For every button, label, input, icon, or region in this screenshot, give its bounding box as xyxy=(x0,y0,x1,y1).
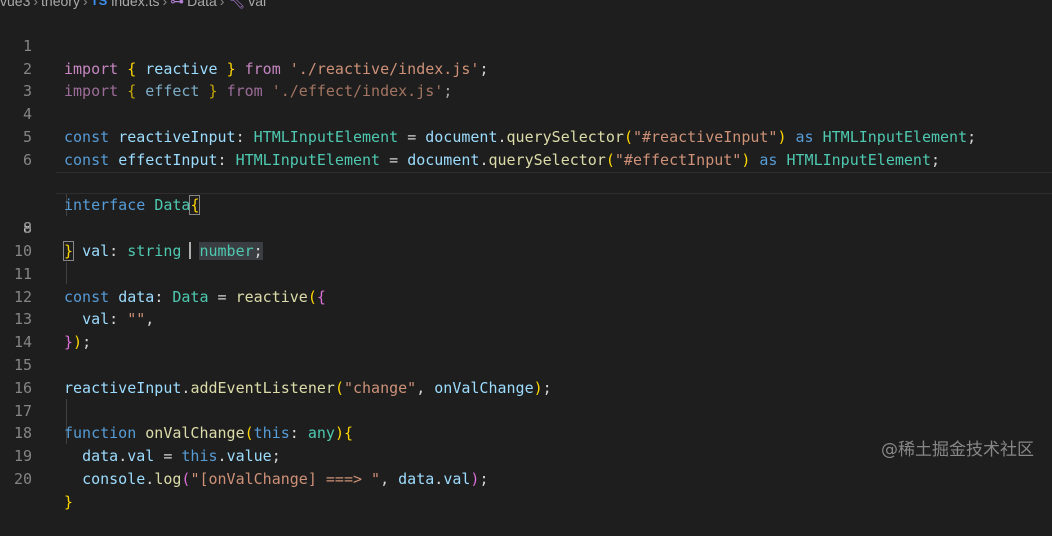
code-line[interactable]: 17 function onValChange(this: any){ xyxy=(0,377,1052,443)
watermark: @稀土掘金技术社区 xyxy=(881,440,1034,460)
chevron-right-icon: › xyxy=(219,0,225,9)
code-line[interactable]: 2 import { effect } from './effect/index… xyxy=(0,35,1052,101)
chevron-right-icon: › xyxy=(162,0,168,9)
breadcrumb-item-property[interactable]: val xyxy=(248,0,266,9)
chevron-right-icon: › xyxy=(33,0,39,9)
line-number: 20 xyxy=(13,469,32,488)
code-line[interactable]: 4 const reactiveInput: HTMLInputElement … xyxy=(0,80,1052,146)
code-line[interactable]: 13 }); xyxy=(0,286,1052,351)
code-line[interactable]: 18 data.val = this.value; xyxy=(0,400,1052,465)
breadcrumb-item-vue3[interactable]: vue3 xyxy=(0,0,30,9)
breadcrumb: vue3 › theory › TS index.ts › ⊶ Data › 🔧︎ val xyxy=(0,0,1052,9)
breadcrumb-item-interface[interactable]: Data xyxy=(187,0,217,9)
breadcrumb-item-file[interactable]: index.ts xyxy=(111,0,159,9)
code-editor[interactable]: 1 import { reactive } from './reactive/i… xyxy=(0,12,1052,511)
interface-symbol-icon: ⊶ xyxy=(170,0,185,9)
code-line[interactable]: 5 const effectInput: HTMLInputElement = … xyxy=(0,103,1052,169)
code-text: } xyxy=(64,492,74,511)
property-wrench-icon: 🔧︎ xyxy=(227,0,246,9)
code-line[interactable]: 15 reactiveInput.addEventListener("chang… xyxy=(0,331,1052,397)
code-line[interactable]: 1 import { reactive } from './reactive/i… xyxy=(0,12,1052,78)
chevron-right-icon: › xyxy=(82,0,88,9)
code-text: console.log("[onValChange] ===> ", data.… xyxy=(82,469,489,488)
breadcrumb-item-theory[interactable]: theory xyxy=(41,0,80,9)
current-line-highlight xyxy=(56,171,1052,195)
code-line[interactable]: 11 const data: Data = reactive({ xyxy=(0,240,1052,306)
typescript-file-icon: TS xyxy=(90,0,108,8)
code-line[interactable]: 16 xyxy=(0,354,1052,397)
code-line[interactable]: 12 val: "", xyxy=(0,263,1052,329)
code-line[interactable]: 10 xyxy=(0,217,1052,260)
code-line-active[interactable]: 8 val: string number; xyxy=(0,171,1052,260)
code-line[interactable]: 14 xyxy=(0,308,1052,351)
code-line[interactable]: 6 xyxy=(0,126,1052,169)
code-line[interactable]: 3 xyxy=(0,58,1052,100)
code-line[interactable]: 9 } xyxy=(0,194,1052,261)
code-line[interactable]: 7 interface Data{ xyxy=(0,149,1052,216)
